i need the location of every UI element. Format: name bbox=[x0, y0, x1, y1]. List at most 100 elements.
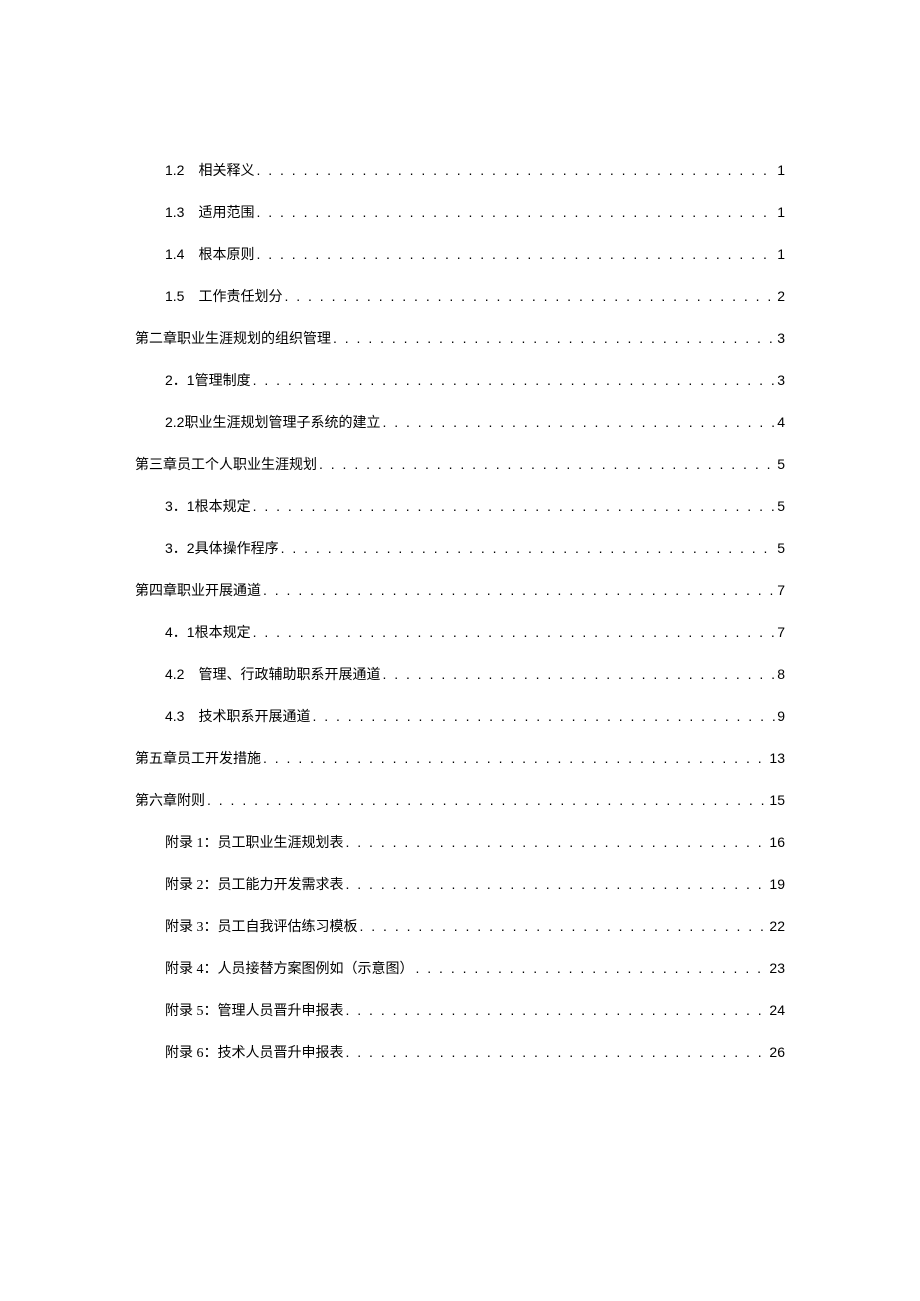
toc-entry-leader: . . . . . . . . . . . . . . . . . . . . … bbox=[253, 624, 776, 640]
toc-entry-page: 9 bbox=[777, 708, 785, 724]
toc-entry-title: 管理、行政辅助职系开展通道 bbox=[198, 664, 380, 684]
toc-entry-title: 职业生涯规划管理子系统的建立 bbox=[184, 412, 380, 432]
toc-entry: 1.2 相关释义. . . . . . . . . . . . . . . . .… bbox=[135, 160, 785, 180]
toc-entry: 附录 5：管理人员晋升申报表 . . . . . . . . . . . . .… bbox=[135, 1000, 785, 1020]
toc-entry: 第五章员工开发措施. . . . . . . . . . . . . . . .… bbox=[135, 748, 785, 768]
toc-entry-title: 第四章职业开展通道 bbox=[135, 580, 261, 600]
toc-entry-leader: . . . . . . . . . . . . . . . . . . . . … bbox=[263, 582, 775, 598]
toc-entry-title: 附录 2：员工能力开发需求表 bbox=[165, 874, 344, 894]
toc-entry: 4．1 根本规定. . . . . . . . . . . . . . . . … bbox=[135, 622, 785, 642]
toc-entry-leader: . . . . . . . . . . . . . . . . . . . . … bbox=[256, 162, 775, 178]
toc-entry-page: 5 bbox=[777, 498, 785, 514]
toc-entry-title: 工作责任划分 bbox=[198, 286, 282, 306]
toc-entry: 附录 3：员工自我评估练习模板 . . . . . . . . . . . . … bbox=[135, 916, 785, 936]
toc-entry-title: 技术职系开展通道 bbox=[198, 706, 310, 726]
toc-entry: 第四章职业开展通道. . . . . . . . . . . . . . . .… bbox=[135, 580, 785, 600]
toc-entry-leader: . . . . . . . . . . . . . . . . . . . . … bbox=[416, 960, 768, 976]
toc-entry-leader: . . . . . . . . . . . . . . . . . . . . … bbox=[382, 414, 775, 430]
toc-entry-page: 5 bbox=[777, 456, 785, 472]
toc-entry-leader: . . . . . . . . . . . . . . . . . . . . … bbox=[253, 498, 776, 514]
toc-entry-number: 4.3 bbox=[165, 708, 184, 724]
toc-entry-title: 第三章员工个人职业生涯规划 bbox=[135, 454, 317, 474]
toc-entry-leader: . . . . . . . . . . . . . . . . . . . . … bbox=[346, 834, 768, 850]
toc-entry-number: 4.2 bbox=[165, 666, 184, 682]
toc-entry-page: 8 bbox=[777, 666, 785, 682]
toc-entry-leader: . . . . . . . . . . . . . . . . . . . . … bbox=[256, 204, 775, 220]
toc-entry-leader: . . . . . . . . . . . . . . . . . . . . … bbox=[346, 1002, 768, 1018]
toc-entry-leader: . . . . . . . . . . . . . . . . . . . . … bbox=[207, 792, 767, 808]
toc-entry-title: 附录 3：员工自我评估练习模板 bbox=[165, 916, 358, 936]
toc-entry-leader: . . . . . . . . . . . . . . . . . . . . … bbox=[281, 540, 776, 556]
table-of-contents: 1.2相关释义. . . . . . . . . . . . . . . . .… bbox=[135, 160, 785, 1062]
toc-entry: 附录 2：员工能力开发需求表 . . . . . . . . . . . . .… bbox=[135, 874, 785, 894]
toc-entry-page: 13 bbox=[769, 750, 785, 766]
toc-entry-page: 7 bbox=[777, 582, 785, 598]
toc-entry-title: 适用范围 bbox=[198, 202, 254, 222]
toc-entry-leader: . . . . . . . . . . . . . . . . . . . . … bbox=[319, 456, 775, 472]
toc-entry-page: 3 bbox=[777, 372, 785, 388]
toc-entry: 2.2 职业生涯规划管理子系统的建立. . . . . . . . . . . … bbox=[135, 412, 785, 432]
toc-entry-leader: . . . . . . . . . . . . . . . . . . . . … bbox=[382, 666, 775, 682]
toc-entry: 1.5 工作责任划分. . . . . . . . . . . . . . . .… bbox=[135, 286, 785, 306]
toc-entry-title: 第二章职业生涯规划的组织管理 bbox=[135, 328, 331, 348]
toc-entry-page: 2 bbox=[777, 288, 785, 304]
toc-entry-page: 4 bbox=[777, 414, 785, 430]
toc-entry-number: 1.4 bbox=[165, 246, 184, 262]
toc-entry-page: 3 bbox=[777, 330, 785, 346]
toc-entry: 第六章附则. . . . . . . . . . . . . . . . . .… bbox=[135, 790, 785, 810]
toc-entry-page: 1 bbox=[777, 162, 785, 178]
toc-entry-leader: . . . . . . . . . . . . . . . . . . . . … bbox=[312, 708, 775, 724]
toc-entry-page: 15 bbox=[769, 792, 785, 808]
toc-entry-title: 第五章员工开发措施 bbox=[135, 748, 261, 768]
toc-entry: 4.2 管理、行政辅助职系开展通道. . . . . . . . . . . . … bbox=[135, 664, 785, 684]
toc-entry-title: 根本规定 bbox=[195, 496, 251, 516]
toc-entry: 3．2 具体操作程序. . . . . . . . . . . . . . . … bbox=[135, 538, 785, 558]
toc-entry-page: 24 bbox=[769, 1002, 785, 1018]
toc-entry-leader: . . . . . . . . . . . . . . . . . . . . … bbox=[256, 246, 775, 262]
toc-entry: 附录 6：技术人员晋升申报表 . . . . . . . . . . . . .… bbox=[135, 1042, 785, 1062]
toc-entry: 4.3 技术职系开展通道. . . . . . . . . . . . . . .… bbox=[135, 706, 785, 726]
toc-entry-number: 1.2 bbox=[165, 162, 184, 178]
toc-entry-title: 具体操作程序 bbox=[195, 538, 279, 558]
toc-entry-number: 2.2 bbox=[165, 414, 184, 430]
toc-entry-page: 1 bbox=[777, 204, 785, 220]
toc-entry-number: 4．1 bbox=[165, 622, 195, 642]
toc-entry-leader: . . . . . . . . . . . . . . . . . . . . … bbox=[346, 876, 768, 892]
toc-entry-page: 22 bbox=[769, 918, 785, 934]
toc-entry-page: 1 bbox=[777, 246, 785, 262]
toc-entry-title: 附录 6：技术人员晋升申报表 bbox=[165, 1042, 344, 1062]
toc-entry: 第二章职业生涯规划的组织管理. . . . . . . . . . . . . … bbox=[135, 328, 785, 348]
toc-entry-page: 16 bbox=[769, 834, 785, 850]
toc-entry: 附录 1：员工职业生涯规划表 . . . . . . . . . . . . .… bbox=[135, 832, 785, 852]
toc-entry-page: 23 bbox=[769, 960, 785, 976]
toc-entry-title: 根本原则 bbox=[198, 244, 254, 264]
toc-entry-title: 附录 5：管理人员晋升申报表 bbox=[165, 1000, 344, 1020]
toc-entry-number: 3．2 bbox=[165, 538, 195, 558]
toc-entry-page: 5 bbox=[777, 540, 785, 556]
toc-entry-title: 相关释义 bbox=[198, 160, 254, 180]
toc-entry-title: 管理制度 bbox=[195, 370, 251, 390]
toc-entry-leader: . . . . . . . . . . . . . . . . . . . . … bbox=[360, 918, 768, 934]
toc-entry-title: 根本规定 bbox=[195, 622, 251, 642]
toc-entry-title: 第六章附则 bbox=[135, 790, 205, 810]
toc-entry-title: 附录 4：人员接替方案图例如（示意图） bbox=[165, 958, 414, 978]
toc-entry-page: 26 bbox=[769, 1044, 785, 1060]
toc-entry: 第三章员工个人职业生涯规划. . . . . . . . . . . . . .… bbox=[135, 454, 785, 474]
toc-entry: 2．1 管理制度. . . . . . . . . . . . . . . . … bbox=[135, 370, 785, 390]
toc-entry-leader: . . . . . . . . . . . . . . . . . . . . … bbox=[263, 750, 767, 766]
toc-entry: 1.4 根本原则. . . . . . . . . . . . . . . . .… bbox=[135, 244, 785, 264]
toc-entry: 3．1 根本规定. . . . . . . . . . . . . . . . … bbox=[135, 496, 785, 516]
toc-entry-title: 附录 1：员工职业生涯规划表 bbox=[165, 832, 344, 852]
toc-entry: 附录 4：人员接替方案图例如（示意图） . . . . . . . . . . … bbox=[135, 958, 785, 978]
toc-entry-leader: . . . . . . . . . . . . . . . . . . . . … bbox=[333, 330, 775, 346]
toc-entry-number: 1.5 bbox=[165, 288, 184, 304]
toc-entry: 1.3 适用范围. . . . . . . . . . . . . . . . .… bbox=[135, 202, 785, 222]
toc-entry-leader: . . . . . . . . . . . . . . . . . . . . … bbox=[253, 372, 776, 388]
toc-entry-page: 19 bbox=[769, 876, 785, 892]
toc-entry-leader: . . . . . . . . . . . . . . . . . . . . … bbox=[284, 288, 775, 304]
toc-entry-page: 7 bbox=[777, 624, 785, 640]
toc-entry-number: 1.3 bbox=[165, 204, 184, 220]
toc-entry-leader: . . . . . . . . . . . . . . . . . . . . … bbox=[346, 1044, 768, 1060]
toc-entry-number: 2．1 bbox=[165, 370, 195, 390]
toc-entry-number: 3．1 bbox=[165, 496, 195, 516]
